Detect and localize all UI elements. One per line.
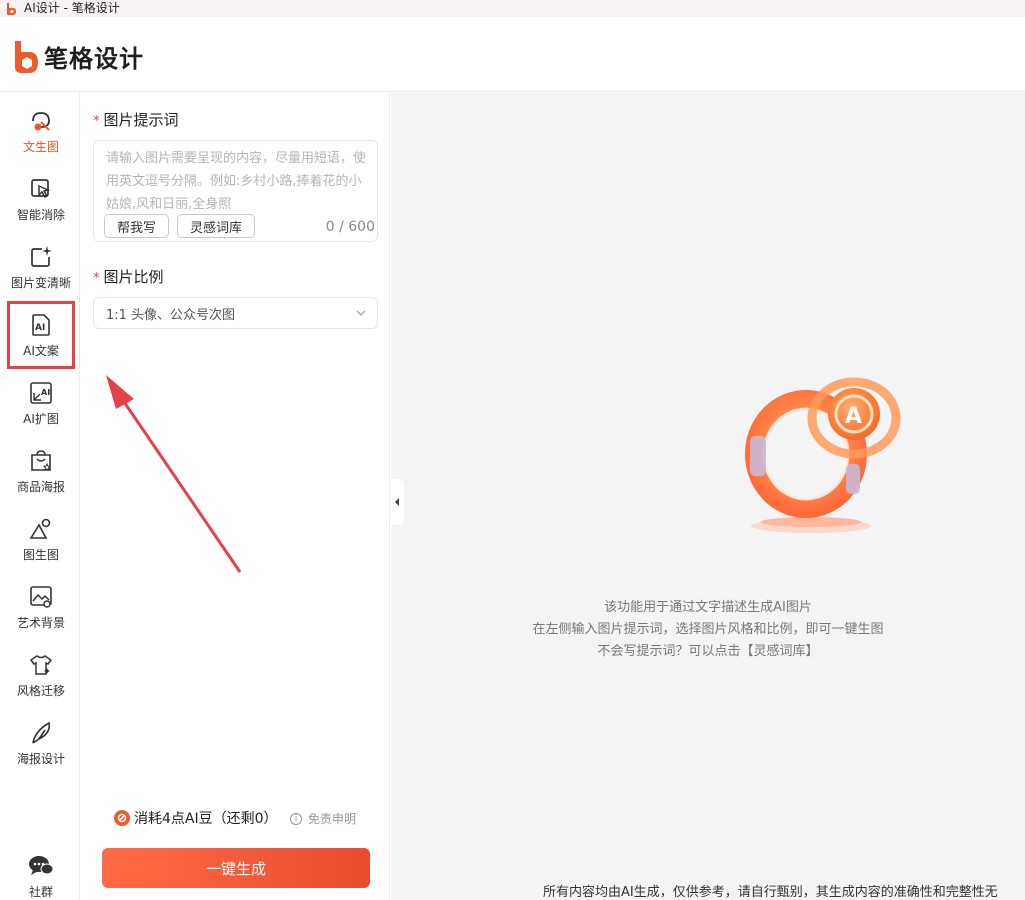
left-nav: 文生图 智能消除 图片变清晰 AI AI文案 AI AI扩图 商品海报 图生图 (0, 93, 80, 900)
prompt-placeholder: 请输入图片需要呈现的内容，尽量用短语，使用英文逗号分隔。例如:乡村小路,捧着花的… (106, 151, 367, 212)
stage-desc-line2: 在左侧输入图片提示词，选择图片风格和比例，即可一键生图 (532, 622, 884, 637)
generation-form: * 图片提示词 请输入图片需要呈现的内容，尽量用短语，使用英文逗号分隔。例如:乡村… (81, 93, 390, 900)
ai-ring-illustration: A (745, 377, 901, 533)
product-poster-icon (28, 448, 54, 474)
nav-item-smart-erase[interactable]: 智能消除 (8, 166, 74, 232)
style-transfer-icon (28, 652, 54, 678)
nav-item-image-to-image[interactable]: 图生图 (8, 506, 74, 572)
ratio-select-value: 1:1 头像、公众号次图 (106, 307, 236, 323)
info-icon: i (290, 812, 302, 825)
stage-desc-line1: 该功能用于通过文字描述生成AI图片 (604, 600, 812, 615)
app-header: 笔格设计 (0, 22, 1025, 92)
ai-bean-icon (114, 810, 130, 826)
nav-label: AI扩图 (23, 411, 59, 426)
nav-item-enhance[interactable]: 图片变清晰 (8, 234, 74, 300)
disclaimer-link[interactable]: i 免责申明 (290, 810, 356, 827)
svg-text:AI: AI (35, 323, 45, 333)
window-title: AI设计 - 笔格设计 (24, 1, 120, 15)
nav-item-product-poster[interactable]: 商品海报 (8, 438, 74, 504)
collapse-panel-handle[interactable] (390, 479, 404, 525)
nav-item-text-to-image[interactable]: 文生图 (8, 98, 74, 164)
poster-design-icon (28, 720, 54, 746)
svg-text:A: A (845, 404, 862, 429)
art-background-icon (28, 584, 54, 610)
ai-expand-icon: AI (28, 380, 54, 406)
nav-label: 风格迁移 (16, 683, 65, 698)
nav-label: AI文案 (23, 343, 59, 358)
inspiration-library-button[interactable]: 灵感词库 (177, 214, 256, 238)
help-write-button[interactable]: 帮我写 (104, 214, 170, 238)
nav-item-poster-design[interactable]: 海报设计 (8, 710, 74, 776)
ratio-select[interactable]: 1:1 头像、公众号次图 (93, 297, 378, 329)
ai-copy-icon: AI (28, 312, 54, 338)
nav-label: 社群 (28, 884, 53, 899)
svg-text:AI: AI (41, 388, 50, 397)
generate-button[interactable]: 一键生成 (102, 848, 370, 888)
brand-logo[interactable]: 笔格设计 (12, 39, 144, 75)
app-logo-icon (4, 2, 18, 16)
prompt-label-text: 图片提示词 (103, 111, 179, 129)
nav-label: 商品海报 (16, 479, 65, 494)
image-to-image-icon (28, 516, 54, 542)
brand-mark-icon (15, 40, 38, 73)
nav-label: 图片变清晰 (10, 275, 71, 290)
ai-content-notice: 所有内容均由AI生成，仅供参考，请自行甄别，其生成内容的准确性和完整性无 (543, 885, 998, 900)
cost-indicator: 消耗4点AI豆（还剩0） (114, 808, 278, 828)
window-titlebar: AI设计 - 笔格设计 (0, 0, 1025, 17)
stage-desc-line3: 不会写提示词？可以点击【灵感词库】 (597, 644, 819, 659)
ratio-label-text: 图片比例 (103, 268, 164, 286)
brand-name: 笔格设计 (44, 45, 144, 73)
disclaimer-text: 免责申明 (308, 812, 357, 826)
nav-item-community[interactable]: 社群 (8, 843, 74, 900)
nav-label: 文生图 (22, 139, 59, 154)
chevron-down-icon (356, 310, 366, 316)
nav-item-ai-expand[interactable]: AI AI扩图 (8, 370, 74, 436)
nav-item-art-background[interactable]: 艺术背景 (8, 574, 74, 640)
nav-item-style-transfer[interactable]: 风格迁移 (8, 642, 74, 708)
nav-label: 智能消除 (16, 207, 65, 222)
cost-text: 消耗4点AI豆（还剩0） (134, 811, 278, 827)
ratio-label: * 图片比例 (93, 268, 164, 286)
nav-label: 艺术背景 (16, 615, 65, 630)
chat-icon (28, 853, 54, 879)
prompt-label: * 图片提示词 (93, 111, 179, 129)
char-counter: 0 / 600 (325, 219, 375, 235)
nav-label: 海报设计 (16, 751, 65, 766)
nav-label: 图生图 (22, 547, 59, 562)
chevron-left-icon (395, 498, 399, 506)
smart-erase-icon (28, 176, 54, 202)
text-to-image-icon (28, 108, 54, 134)
enhance-icon (28, 244, 54, 270)
preview-stage: A 该功能用于通过文字描述生成AI图片 在左侧输入图片提示词，选择图片风格和比例… (391, 93, 1025, 900)
nav-item-ai-copy[interactable]: AI AI文案 (7, 301, 75, 369)
